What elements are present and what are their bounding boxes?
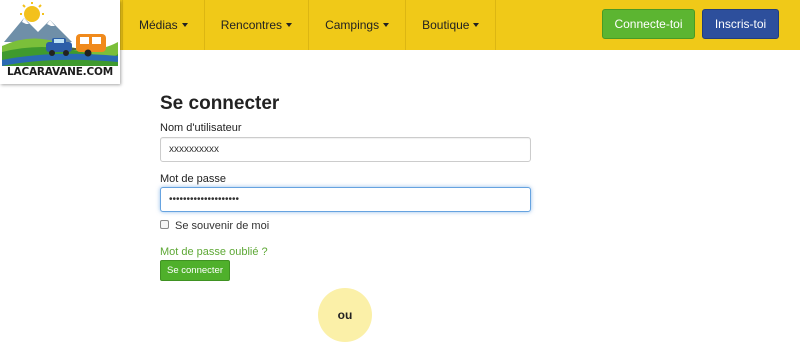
login-button[interactable]: Connecte-toi (602, 9, 695, 39)
submit-login-button[interactable]: Se connecter (160, 260, 230, 281)
page-title: Se connecter (160, 93, 280, 114)
password-field[interactable]: •••••••••••••••••••• (160, 187, 531, 212)
remember-me-row: Se souvenir de moi (160, 219, 269, 232)
username-value: xxxxxxxxxx (169, 144, 219, 155)
top-navbar: Médias Rencontres Campings Boutique Conn… (0, 0, 800, 50)
caret-down-icon (473, 23, 480, 27)
or-divider: ou (318, 288, 372, 342)
menu-item-label: Médias (139, 18, 178, 32)
site-logo[interactable]: LACARAVANE.COM (0, 0, 120, 84)
password-value: •••••••••••••••••••• (169, 194, 240, 205)
caravan-logo-icon (2, 2, 118, 66)
menu-item-campings[interactable]: Campings (309, 0, 407, 50)
caret-down-icon (383, 23, 390, 27)
caret-down-icon (286, 23, 293, 27)
menu-item-medias[interactable]: Médias (122, 0, 205, 50)
forgot-password-link[interactable]: Mot de passe oublié ? (160, 246, 268, 258)
signup-button[interactable]: Inscris-toi (702, 9, 779, 39)
logo-text: LACARAVANE.COM (7, 66, 113, 78)
remember-me-checkbox[interactable] (160, 219, 169, 229)
remember-me-label[interactable]: Se souvenir de moi (175, 220, 269, 232)
menu-item-rencontres[interactable]: Rencontres (205, 0, 310, 50)
main-menu: Médias Rencontres Campings Boutique (122, 0, 497, 50)
menu-item-label: Campings (325, 18, 380, 32)
menu-item-boutique[interactable]: Boutique (406, 0, 497, 50)
or-label: ou (337, 308, 353, 322)
username-label: Nom d'utilisateur (160, 122, 242, 134)
password-label: Mot de passe (160, 173, 227, 185)
menu-item-label: Boutique (422, 18, 470, 32)
menu-item-label: Rencontres (220, 18, 283, 32)
caret-down-icon (181, 23, 188, 27)
username-field[interactable]: xxxxxxxxxx (160, 137, 531, 162)
